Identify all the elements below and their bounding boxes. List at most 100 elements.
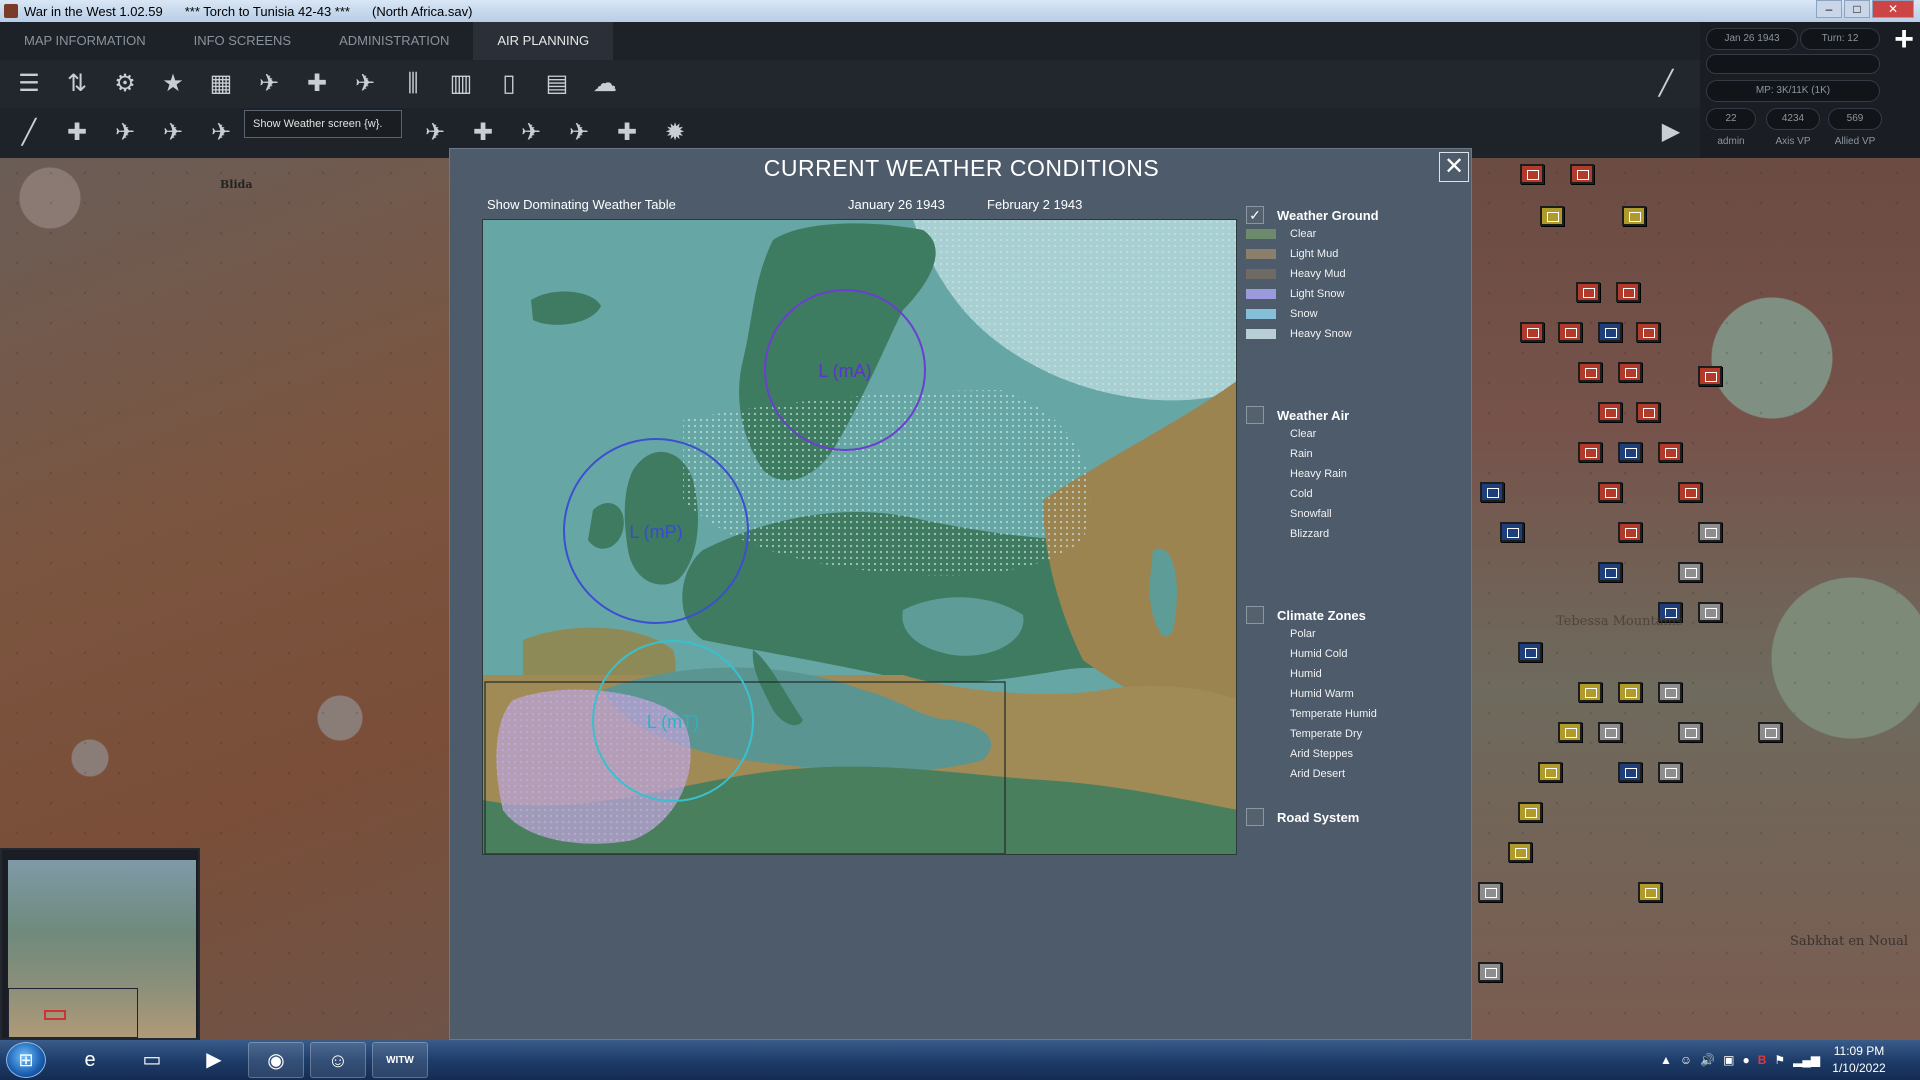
weather-air-checkbox[interactable] bbox=[1246, 406, 1264, 424]
unit-counter-italian[interactable] bbox=[1538, 762, 1562, 782]
star-icon[interactable]: ★ bbox=[152, 64, 194, 104]
volume-icon[interactable]: 🔊 bbox=[1700, 1053, 1715, 1067]
air-interdiction-icon[interactable]: ✈ bbox=[104, 113, 146, 153]
show-dominating-weather-link[interactable]: Show Dominating Weather Table bbox=[487, 197, 676, 212]
air-transfer-icon[interactable]: ✚ bbox=[296, 64, 338, 104]
weather-map[interactable]: L (mA) L (mP) L (mT) bbox=[482, 219, 1237, 855]
pencil-icon[interactable]: ╱ bbox=[1645, 64, 1687, 104]
unit-counter-axis[interactable] bbox=[1618, 362, 1642, 382]
road-system-checkbox[interactable] bbox=[1246, 808, 1264, 826]
unit-counter-allied[interactable] bbox=[1500, 522, 1524, 542]
start-orb-icon[interactable]: ⊞ bbox=[6, 1042, 46, 1078]
unit-counter-neutral[interactable] bbox=[1758, 722, 1782, 742]
minimize-button[interactable]: – bbox=[1816, 0, 1842, 18]
unit-counter-neutral[interactable] bbox=[1478, 962, 1502, 982]
unit-counter-axis[interactable] bbox=[1558, 322, 1582, 342]
chrome-icon[interactable]: ◉ bbox=[248, 1042, 304, 1078]
unit-counter-allied[interactable] bbox=[1618, 442, 1642, 462]
window-close-button[interactable]: ✕ bbox=[1872, 0, 1914, 18]
unit-counter-axis[interactable] bbox=[1698, 366, 1722, 386]
unit-counter-axis[interactable] bbox=[1578, 362, 1602, 382]
air-directive-icon[interactable]: ✈ bbox=[344, 64, 386, 104]
bars-icon[interactable]: ⫼ bbox=[392, 64, 434, 104]
minimap[interactable] bbox=[0, 848, 200, 1040]
zoom-plus-icon[interactable]: + bbox=[1890, 22, 1918, 56]
unit-counter-axis[interactable] bbox=[1616, 282, 1640, 302]
naval-air-icon[interactable]: ✚ bbox=[56, 113, 98, 153]
unit-counter-axis[interactable] bbox=[1598, 402, 1622, 422]
media-player-icon[interactable]: ▶ bbox=[186, 1042, 242, 1078]
unit-counter-allied[interactable] bbox=[1480, 482, 1504, 502]
network-monitor-icon[interactable]: ▣ bbox=[1723, 1053, 1734, 1067]
tray-app-icon[interactable]: ● bbox=[1742, 1053, 1749, 1067]
unit-counter-axis[interactable] bbox=[1678, 482, 1702, 502]
unit-counter-neutral[interactable] bbox=[1678, 562, 1702, 582]
unit-counter-allied[interactable] bbox=[1598, 322, 1622, 342]
unit-counter-neutral[interactable] bbox=[1658, 682, 1682, 702]
unit-counter-neutral[interactable] bbox=[1698, 602, 1722, 622]
weather-ground-checkbox[interactable]: ✓ bbox=[1246, 206, 1264, 224]
air-base-transfer-icon[interactable]: ✚ bbox=[462, 113, 504, 153]
hq-building-icon[interactable]: ▦ bbox=[200, 64, 242, 104]
legend-climate-zones-header[interactable]: Climate Zones bbox=[1246, 605, 1366, 625]
unit-counter-axis[interactable] bbox=[1570, 164, 1594, 184]
unit-counter-axis[interactable] bbox=[1578, 442, 1602, 462]
supply-depot-icon[interactable]: ▯ bbox=[488, 64, 530, 104]
unit-counter-axis[interactable] bbox=[1658, 442, 1682, 462]
unit-counter-axis[interactable] bbox=[1576, 282, 1600, 302]
close-icon[interactable]: ✕ bbox=[1439, 152, 1469, 182]
unit-counter-neutral[interactable] bbox=[1698, 522, 1722, 542]
unit-counter-axis[interactable] bbox=[1618, 522, 1642, 542]
air-recon-icon[interactable]: ✈ bbox=[200, 113, 242, 153]
unit-counter-italian[interactable] bbox=[1540, 206, 1564, 226]
antivirus-icon[interactable]: B bbox=[1758, 1053, 1767, 1067]
end-turn-play-icon[interactable]: ▶ bbox=[1650, 112, 1692, 152]
unit-counter-axis[interactable] bbox=[1636, 402, 1660, 422]
unit-counter-neutral[interactable] bbox=[1478, 882, 1502, 902]
unit-counter-neutral[interactable] bbox=[1678, 722, 1702, 742]
file-explorer-icon[interactable]: ▭ bbox=[124, 1042, 180, 1078]
discord-icon[interactable]: ☺ bbox=[310, 1042, 366, 1078]
draw-line-icon[interactable]: ╱ bbox=[8, 113, 50, 153]
unit-filter-icon[interactable]: ⇅ bbox=[56, 64, 98, 104]
maximize-button[interactable]: □ bbox=[1844, 0, 1870, 18]
taskbar-clock[interactable]: 11:09 PM 1/10/2022 bbox=[1824, 1043, 1894, 1077]
legend-weather-ground-header[interactable]: ✓ Weather Ground bbox=[1246, 205, 1379, 225]
unit-counter-italian[interactable] bbox=[1622, 206, 1646, 226]
unit-counter-allied[interactable] bbox=[1598, 562, 1622, 582]
unit-counter-italian[interactable] bbox=[1618, 682, 1642, 702]
unit-counter-axis[interactable] bbox=[1520, 164, 1544, 184]
signal-icon[interactable]: ▂▄▆ bbox=[1793, 1053, 1820, 1067]
legend-weather-air-header[interactable]: Weather Air bbox=[1246, 405, 1349, 425]
unit-counter-italian[interactable] bbox=[1638, 882, 1662, 902]
legend-road-system-header[interactable]: Road System bbox=[1246, 807, 1359, 827]
unit-counter-italian[interactable] bbox=[1518, 802, 1542, 822]
weather-icon[interactable]: ☁ bbox=[584, 64, 626, 104]
tab-map-information[interactable]: MAP INFORMATION bbox=[0, 22, 170, 60]
rail-icon[interactable]: ▥ bbox=[440, 64, 482, 104]
game-map-right[interactable] bbox=[1472, 158, 1920, 1040]
ai-plus-icon[interactable]: ✚ bbox=[606, 113, 648, 153]
tray-arrow-icon[interactable]: ▲ bbox=[1660, 1053, 1672, 1067]
action-center-flag-icon[interactable]: ⚑ bbox=[1774, 1053, 1785, 1067]
internet-explorer-icon[interactable]: e bbox=[62, 1042, 118, 1078]
unit-counter-neutral[interactable] bbox=[1598, 722, 1622, 742]
climate-zones-checkbox[interactable] bbox=[1246, 606, 1264, 624]
unit-counter-italian[interactable] bbox=[1558, 722, 1582, 742]
unit-counter-axis[interactable] bbox=[1520, 322, 1544, 342]
tray-discord-icon[interactable]: ☺ bbox=[1680, 1053, 1692, 1067]
unit-counter-axis[interactable] bbox=[1598, 482, 1622, 502]
ground-attack-icon[interactable]: ✈ bbox=[152, 113, 194, 153]
settings-gear-icon[interactable]: ⚙ bbox=[104, 64, 146, 104]
chart-icon[interactable]: ▤ bbox=[536, 64, 578, 104]
bomber-icon[interactable]: ✈ bbox=[510, 113, 552, 153]
tab-info-screens[interactable]: INFO SCREENS bbox=[170, 22, 316, 60]
unit-counter-neutral[interactable] bbox=[1658, 762, 1682, 782]
tab-administration[interactable]: ADMINISTRATION bbox=[315, 22, 473, 60]
menu-stack-icon[interactable]: ☰ bbox=[8, 64, 50, 104]
unit-counter-allied[interactable] bbox=[1518, 642, 1542, 662]
air-mission-icon[interactable]: ✈ bbox=[248, 64, 290, 104]
witw-icon[interactable]: WITW bbox=[372, 1042, 428, 1078]
tab-air-planning[interactable]: AIR PLANNING bbox=[473, 22, 614, 60]
unit-counter-italian[interactable] bbox=[1508, 842, 1532, 862]
